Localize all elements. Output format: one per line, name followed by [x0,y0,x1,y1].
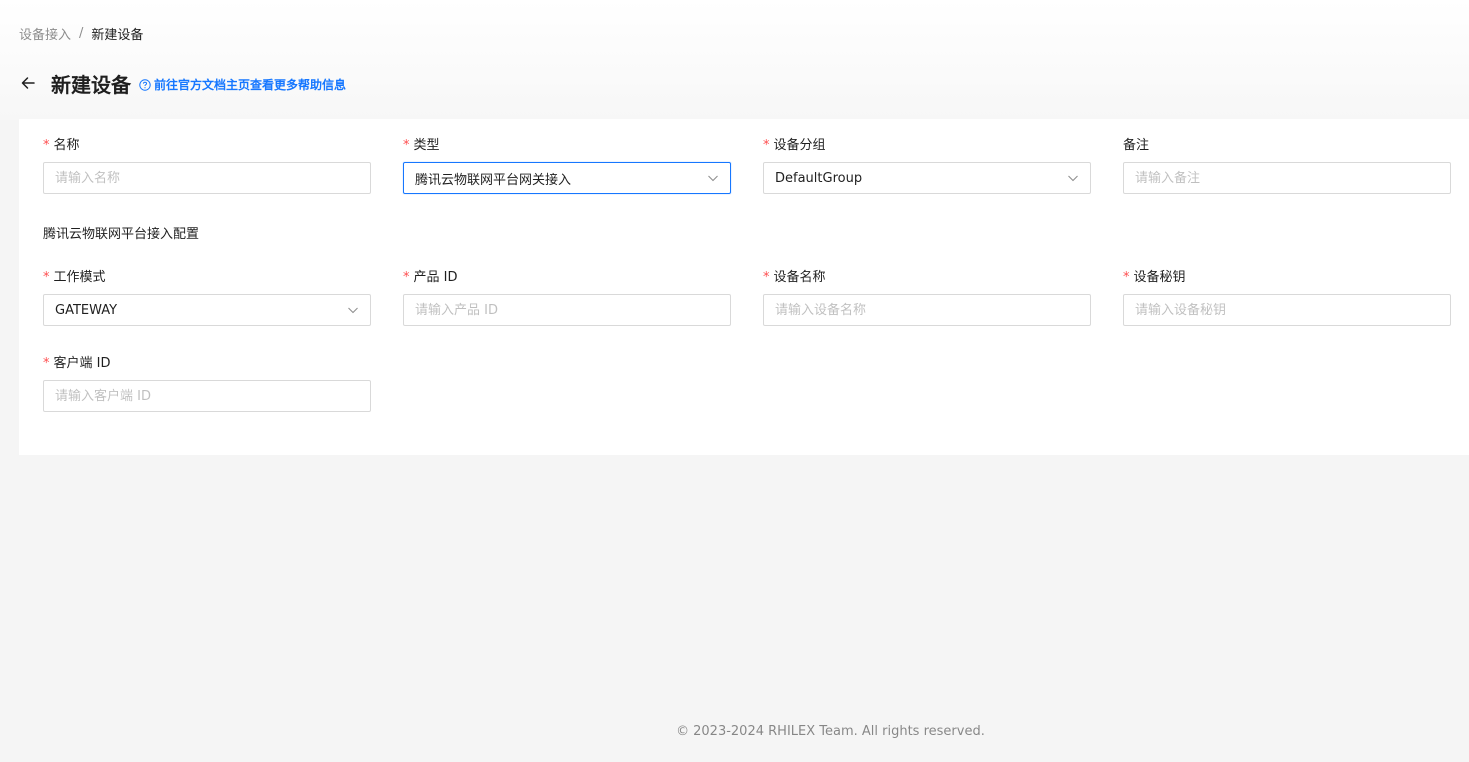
product-id-input[interactable] [403,294,731,326]
group-select-value: DefaultGroup [775,170,863,186]
page-title: 新建设备 [51,72,131,97]
field-device-secret-label: * 设备秘钥 [1123,268,1451,288]
field-device-name-label: * 设备名称 [763,268,1091,288]
required-mark: * [403,138,410,153]
field-device-name: * 设备名称 [763,268,1091,326]
field-mode-label-text: 工作模式 [53,270,106,285]
field-client-id-label-text: 客户端 ID [53,356,111,371]
field-device-name-label-text: 设备名称 [773,270,826,285]
footer: © 2023-2024 RHILEX Team. All rights rese… [0,724,1469,739]
chevron-down-icon [707,172,719,184]
field-name: * 名称 [43,136,371,194]
field-group-label-text: 设备分组 [773,138,826,153]
field-remark-label-text: 备注 [1123,138,1150,153]
remark-input[interactable] [1123,162,1451,194]
field-name-label-text: 名称 [53,138,80,153]
field-client-id-label: * 客户端 ID [43,354,371,374]
field-product-id: * 产品 ID [403,268,731,326]
field-type-label-text: 类型 [413,138,440,153]
group-select[interactable]: DefaultGroup [763,162,1091,194]
field-type: * 类型 腾讯云物联网平台网关接入 [403,136,731,194]
field-client-id: * 客户端 ID [43,354,371,412]
name-input[interactable] [43,162,371,194]
help-link-text: 前往官方文档主页查看更多帮助信息 [154,78,347,92]
field-type-label: * 类型 [403,136,731,156]
chevron-down-icon [1067,172,1079,184]
device-name-input[interactable] [763,294,1091,326]
field-remark: 备注 [1123,136,1451,194]
required-mark: * [403,270,410,285]
type-select[interactable]: 腾讯云物联网平台网关接入 [403,162,731,194]
device-secret-input[interactable] [1123,294,1451,326]
copyright-icon: © [676,724,690,739]
question-circle-icon [139,78,151,91]
breadcrumb: 设备接入 / 新建设备 [19,24,143,43]
field-device-secret-label-text: 设备秘钥 [1133,270,1186,285]
field-device-secret: * 设备秘钥 [1123,268,1451,326]
required-mark: * [43,356,50,371]
required-mark: * [763,138,770,153]
field-mode-label: * 工作模式 [43,268,371,288]
help-link[interactable]: 前往官方文档主页查看更多帮助信息 [139,76,346,93]
chevron-down-icon [347,304,359,316]
title-row: 新建设备 前往官方文档主页查看更多帮助信息 [19,68,346,98]
mode-select-value: GATEWAY [55,302,118,318]
breadcrumb-current: 新建设备 [91,28,144,43]
required-mark: * [1123,270,1130,285]
breadcrumb-separator: / [79,26,84,41]
client-id-input[interactable] [43,380,371,412]
device-form-card: * 名称 * 类型 腾讯云物联网平台网关接入 * 设备分组 [19,119,1469,455]
field-group-label: * 设备分组 [763,136,1091,156]
page-header: 设备接入 / 新建设备 新建设备 前往官方文档主页查看更多帮助信息 [0,0,1469,120]
required-mark: * [43,270,50,285]
page: 设备接入 / 新建设备 新建设备 前往官方文档主页查看更多帮助信息 * 名称 请… [0,0,1469,762]
type-select-value: 腾讯云物联网平台网关接入 [415,172,572,188]
field-remark-label: 备注 [1123,136,1451,156]
field-group: * 设备分组 DefaultGroup [763,136,1091,194]
required-mark: * [763,270,770,285]
footer-text: 2023-2024 RHILEX Team. All rights reserv… [693,724,985,739]
mode-select[interactable]: GATEWAY [43,294,371,326]
breadcrumb-parent[interactable]: 设备接入 [19,24,71,43]
required-mark: * [43,138,50,153]
field-product-id-label-text: 产品 ID [413,270,458,285]
field-product-id-label: * 产品 ID [403,268,731,288]
field-name-label: * 名称 [43,136,371,156]
config-section-title: 腾讯云物联网平台接入配置 [43,227,200,242]
arrow-left-icon[interactable] [19,74,37,92]
field-mode: * 工作模式 GATEWAY [43,268,371,326]
